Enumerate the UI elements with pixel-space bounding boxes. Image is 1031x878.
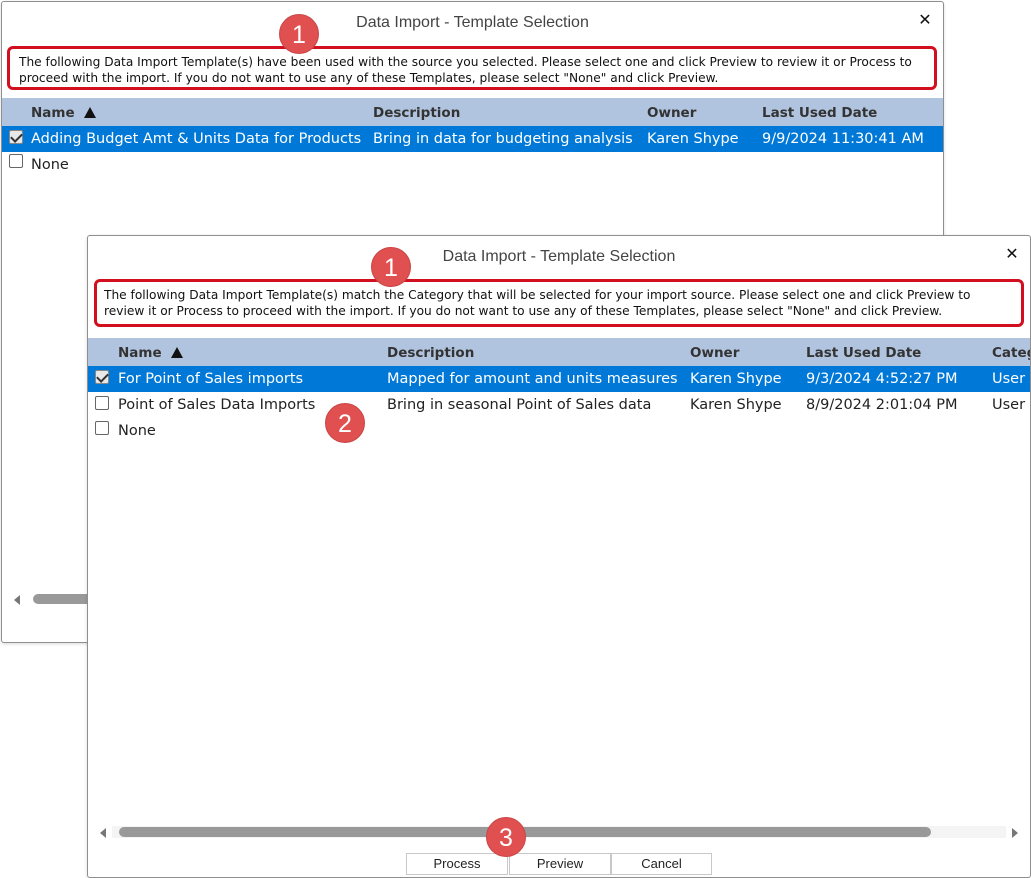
callout-badge: 1: [371, 247, 411, 287]
column-header-last-used-date[interactable]: Last Used Date: [806, 345, 921, 361]
info-message: The following Data Import Template(s) ma…: [94, 279, 1024, 327]
column-header-last-used-date[interactable]: Last Used Date: [762, 105, 877, 121]
column-header-name[interactable]: Name: [31, 105, 96, 121]
process-button[interactable]: Process: [406, 853, 508, 875]
scroll-left-icon[interactable]: [100, 828, 106, 838]
column-header-description[interactable]: Description: [373, 105, 460, 121]
row-checkbox[interactable]: [95, 421, 109, 435]
row-owner: Karen Shype: [690, 397, 782, 413]
row-description: Bring in data for budgeting analysis: [373, 131, 633, 147]
column-header-category[interactable]: Categ: [992, 345, 1030, 361]
grid-header: Name Description Owner Last Used Date Ca…: [88, 338, 1030, 366]
close-icon[interactable]: ✕: [1004, 246, 1020, 262]
row-checkbox[interactable]: [9, 130, 23, 144]
row-category: User: [992, 371, 1026, 387]
row-last-used-date: 8/9/2024 2:01:04 PM: [806, 397, 958, 413]
dialog-title: Data Import - Template Selection: [356, 14, 589, 31]
row-name: None: [118, 423, 156, 439]
row-checkbox[interactable]: [95, 370, 109, 384]
row-description: Bring in seasonal Point of Sales data: [387, 397, 652, 413]
row-name: Point of Sales Data Imports: [118, 397, 316, 413]
callout-badge: 1: [279, 14, 319, 54]
row-description: Mapped for amount and units measures: [387, 371, 678, 387]
row-checkbox[interactable]: [95, 396, 109, 410]
row-owner: Karen Shype: [647, 131, 739, 147]
table-row[interactable]: None: [88, 418, 1030, 444]
column-header-owner[interactable]: Owner: [647, 105, 696, 121]
button-bar: Process Preview Cancel: [88, 853, 1030, 875]
horizontal-scrollbar[interactable]: [96, 826, 1022, 840]
dialog-title: Data Import - Template Selection: [442, 248, 676, 265]
sort-ascending-icon: [83, 107, 96, 118]
callout-badge: 3: [486, 817, 526, 857]
row-last-used-date: 9/3/2024 4:52:27 PM: [806, 371, 958, 387]
grid-header: Name Description Owner Last Used Date: [2, 98, 943, 126]
cancel-button[interactable]: Cancel: [611, 853, 712, 875]
preview-button[interactable]: Preview: [509, 853, 611, 875]
column-header-owner[interactable]: Owner: [690, 345, 739, 361]
row-checkbox[interactable]: [9, 154, 23, 168]
scroll-right-icon[interactable]: [1012, 828, 1018, 838]
row-name: None: [31, 157, 69, 173]
row-owner: Karen Shype: [690, 371, 782, 387]
info-message: The following Data Import Template(s) ha…: [7, 46, 937, 90]
template-grid: Name Description Owner Last Used Date Ca…: [88, 338, 1030, 827]
row-name: Adding Budget Amt & Units Data for Produ…: [31, 131, 362, 147]
column-header-name[interactable]: Name: [118, 345, 183, 361]
row-name: For Point of Sales imports: [118, 371, 304, 387]
scroll-left-icon[interactable]: [14, 595, 20, 605]
row-category: User: [992, 397, 1026, 413]
table-row[interactable]: Point of Sales Data Imports Bring in sea…: [88, 392, 1030, 418]
callout-badge: 2: [325, 403, 365, 443]
table-row[interactable]: For Point of Sales imports Mapped for am…: [88, 366, 1030, 392]
column-header-description[interactable]: Description: [387, 345, 474, 361]
close-icon[interactable]: ✕: [917, 12, 933, 28]
table-row[interactable]: Adding Budget Amt & Units Data for Produ…: [2, 126, 943, 152]
template-selection-dialog-front: Data Import - Template Selection ✕ The f…: [87, 235, 1031, 878]
table-row[interactable]: None: [2, 152, 943, 178]
row-last-used-date: 9/9/2024 11:30:41 AM: [762, 131, 924, 147]
sort-ascending-icon: [170, 347, 183, 358]
